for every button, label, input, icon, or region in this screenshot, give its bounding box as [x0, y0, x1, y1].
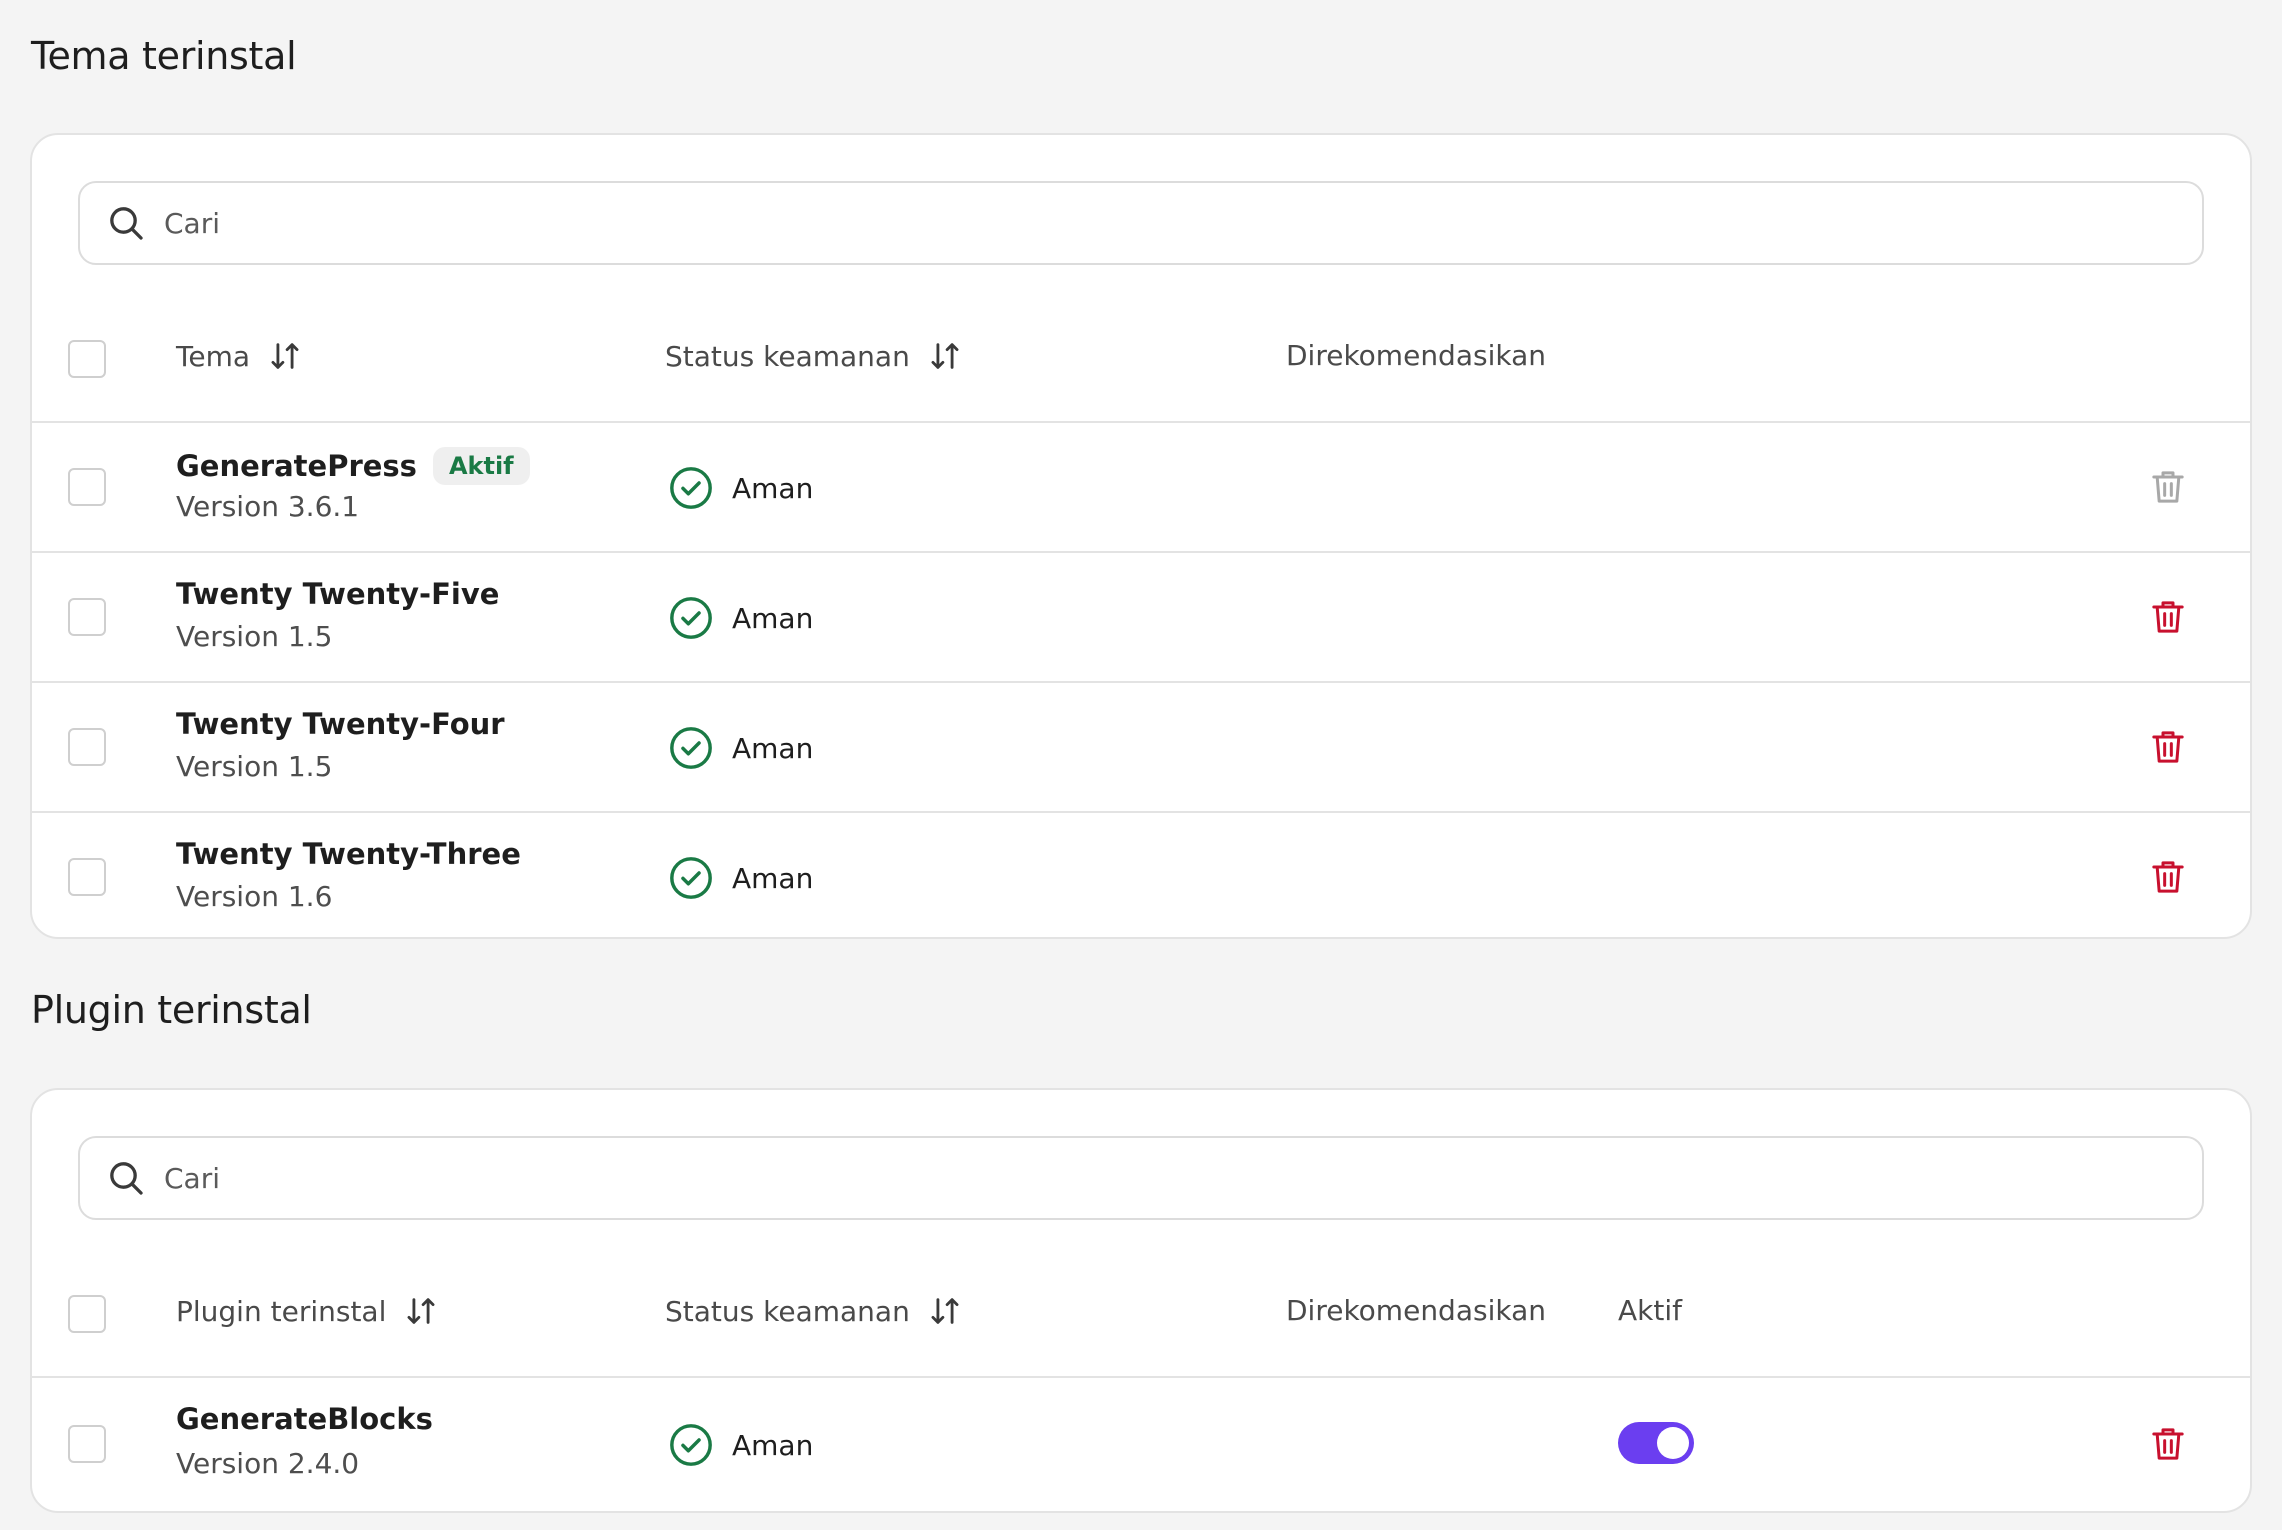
trash-icon[interactable] — [2148, 1424, 2188, 1464]
themes-col-recommended: Direkomendasikan — [1286, 339, 1546, 372]
check-circle-icon — [670, 727, 712, 769]
security-status: Aman — [668, 1422, 813, 1468]
row-checkbox[interactable] — [68, 858, 106, 896]
theme-name: Twenty Twenty-Five — [176, 577, 500, 611]
themes-select-all-checkbox[interactable] — [68, 340, 106, 378]
plugin-version: Version 2.4.0 — [176, 1447, 360, 1480]
check-circle-icon — [670, 857, 712, 899]
sort-arrows-icon[interactable] — [928, 1294, 962, 1328]
theme-version: Version 1.5 — [176, 750, 333, 783]
table-row: GeneratePress Aktif Version 3.6.1 Aman — [32, 423, 2250, 553]
sort-arrows-icon[interactable] — [928, 339, 962, 373]
themes-section-title: Tema terinstal — [31, 34, 297, 78]
security-status: Aman — [668, 725, 813, 771]
theme-name: GeneratePress Aktif — [176, 447, 530, 485]
trash-icon[interactable] — [2148, 597, 2188, 637]
table-row: Twenty Twenty-Five Version 1.5 Aman — [32, 553, 2250, 683]
plugins-col-recommended: Direkomendasikan — [1286, 1294, 1546, 1327]
toggle-knob — [1657, 1427, 1689, 1459]
search-icon — [110, 1162, 143, 1195]
security-status: Aman — [668, 855, 813, 901]
theme-version: Version 1.6 — [176, 880, 333, 913]
check-circle-icon — [670, 1424, 712, 1466]
theme-version: Version 3.6.1 — [176, 490, 360, 523]
row-checkbox[interactable] — [68, 1425, 106, 1463]
table-row: Twenty Twenty-Four Version 1.5 Aman — [32, 683, 2250, 813]
plugins-table-header: Plugin terinstal Status keamanan Direkom… — [32, 1250, 2250, 1378]
active-badge: Aktif — [432, 447, 530, 485]
installed-page: Tema terinstal Tema Status keamanan Dire… — [0, 0, 2282, 1530]
themes-col-name: Tema — [176, 339, 302, 373]
sort-arrows-icon[interactable] — [268, 339, 302, 373]
security-status: Aman — [668, 595, 813, 641]
plugins-col-status: Status keamanan — [665, 1294, 962, 1328]
plugins-col-active: Aktif — [1618, 1294, 1682, 1327]
search-icon — [110, 207, 143, 240]
plugins-card: Plugin terinstal Status keamanan Direkom… — [30, 1088, 2252, 1513]
active-toggle[interactable] — [1618, 1422, 1694, 1464]
trash-icon[interactable] — [2148, 857, 2188, 897]
themes-col-status: Status keamanan — [665, 339, 962, 373]
table-row: Twenty Twenty-Three Version 1.6 Aman — [32, 813, 2250, 937]
trash-icon — [2152, 471, 2184, 503]
theme-name: Twenty Twenty-Four — [176, 707, 505, 741]
themes-search-input[interactable] — [164, 183, 2182, 263]
row-checkbox[interactable] — [68, 728, 106, 766]
theme-version: Version 1.5 — [176, 620, 333, 653]
themes-table-header: Tema Status keamanan Direkomendasikan — [32, 295, 2250, 423]
plugins-section-title: Plugin terinstal — [31, 988, 312, 1032]
plugins-search-input[interactable] — [164, 1138, 2182, 1218]
row-checkbox[interactable] — [68, 468, 106, 506]
check-circle-icon — [670, 597, 712, 639]
themes-card: Tema Status keamanan Direkomendasikan Ge… — [30, 133, 2252, 939]
plugins-select-all-checkbox[interactable] — [68, 1295, 106, 1333]
plugins-col-name: Plugin terinstal — [176, 1294, 438, 1328]
plugin-name: GenerateBlocks — [176, 1402, 433, 1436]
theme-name: Twenty Twenty-Three — [176, 837, 521, 871]
sort-arrows-icon[interactable] — [404, 1294, 438, 1328]
check-circle-icon — [670, 467, 712, 509]
plugins-search-box — [78, 1136, 2204, 1220]
themes-search-box — [78, 181, 2204, 265]
table-row: GenerateBlocks Version 2.4.0 Aman — [32, 1378, 2250, 1508]
security-status: Aman — [668, 465, 813, 511]
row-checkbox[interactable] — [68, 598, 106, 636]
trash-icon[interactable] — [2148, 727, 2188, 767]
